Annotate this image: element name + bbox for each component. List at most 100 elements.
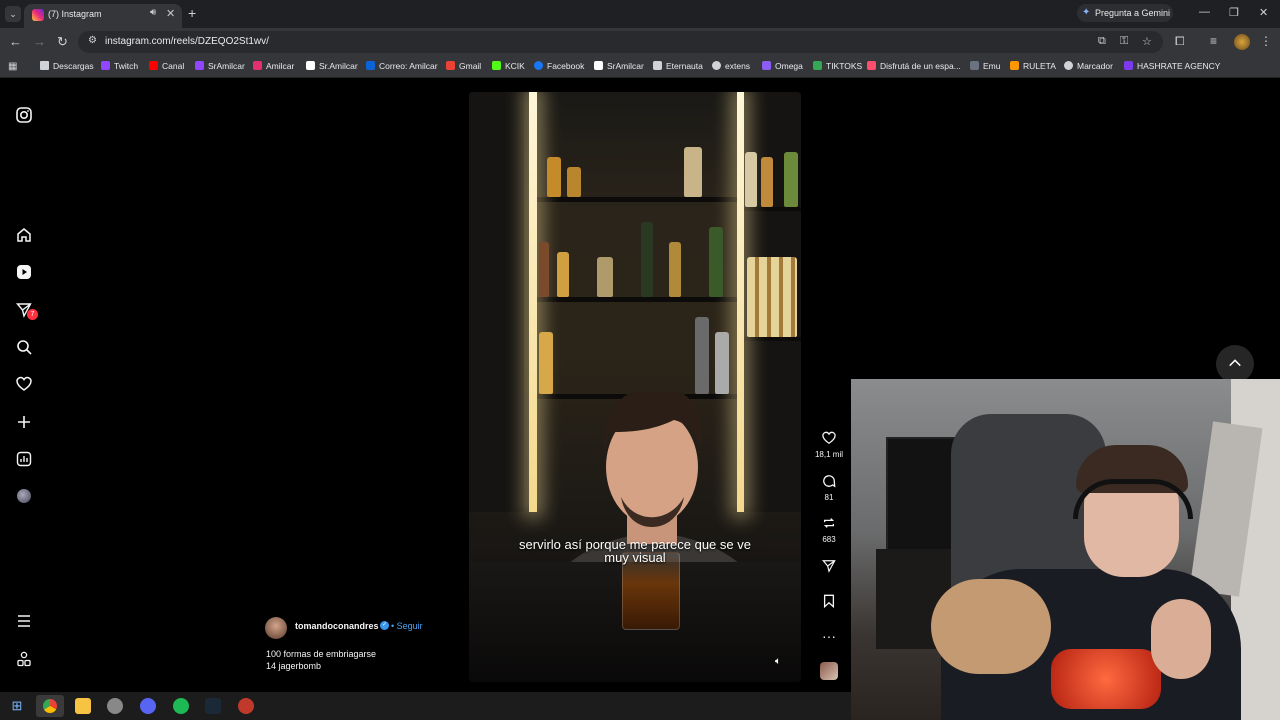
comment-button[interactable]: 81 [814, 474, 844, 502]
profile-avatar-nav[interactable] [17, 489, 31, 503]
gemini-sparkle-icon: ✦ [1082, 7, 1091, 18]
instagram-logo-icon[interactable] [14, 105, 34, 125]
bookmark-item[interactable]: Descargas [40, 61, 94, 71]
bookmark-item[interactable]: TIKTOKS [813, 61, 862, 71]
bookmark-item[interactable]: SrAmilcar [195, 61, 245, 71]
follow-button[interactable]: • Seguir [391, 621, 423, 631]
bookmark-label: Disfrutá de un espa... [880, 61, 961, 71]
bookmark-item[interactable]: Sr.Amilcar [306, 61, 358, 71]
reload-icon[interactable]: ↻ [57, 34, 68, 50]
file-explorer-icon[interactable] [75, 698, 91, 714]
speaker-icon[interactable]: 🔊︎ [150, 7, 156, 18]
notifications-badge: 7 [27, 309, 38, 320]
steam-icon[interactable] [205, 698, 221, 714]
tab-title: (7) Instagram [48, 9, 102, 19]
create-plus-icon[interactable] [14, 412, 34, 432]
tab-search-icon[interactable]: ⌄ [5, 6, 21, 22]
bottle [784, 152, 798, 207]
bookmark-item[interactable]: Correo: Amilcar [366, 61, 438, 71]
restore-icon[interactable]: ❐ [1229, 6, 1239, 19]
tab-instagram[interactable]: (7) Instagram 🔊︎ ✕ [24, 4, 182, 28]
verified-icon: ✓ [380, 621, 389, 630]
shelf-board [744, 337, 801, 341]
audio-thumbnail[interactable] [820, 662, 838, 680]
shelf-board [537, 197, 737, 202]
reel-video[interactable]: servirlo así porque me parece que se ve … [469, 92, 801, 682]
twitch-icon [195, 61, 204, 70]
discord-icon[interactable] [140, 698, 156, 714]
close-window-icon[interactable]: ✕ [1259, 6, 1268, 19]
bookmark-item[interactable]: extens [712, 61, 750, 71]
apps-grid-icon[interactable]: ▦ [8, 61, 17, 72]
gemini-button[interactable]: ✦ Pregunta a Gemini [1077, 4, 1173, 22]
dashboard-icon[interactable] [14, 449, 34, 469]
owner-avatar[interactable] [265, 617, 287, 639]
forward-icon[interactable]: → [33, 34, 46, 49]
home-icon[interactable] [14, 225, 34, 245]
bookmark-label: Marcador [1077, 61, 1113, 71]
also-from-meta-icon[interactable] [14, 649, 34, 669]
reels-icon[interactable] [14, 262, 34, 282]
bookmark-item[interactable]: Twitch [101, 61, 138, 71]
roulette-icon [1010, 61, 1019, 70]
site-info-icon[interactable]: ⚙ [88, 35, 97, 46]
bookmark-item[interactable]: Eternauta [653, 61, 703, 71]
microphone [1051, 649, 1161, 709]
address-bar[interactable]: ⚙ instagram.com/reels/DZEQO2St1wv/ ⧉ ⚿ ☆ [78, 31, 1163, 53]
bookmark-star-icon[interactable]: ☆ [1142, 35, 1152, 48]
heart-icon[interactable] [14, 374, 34, 394]
profile-avatar[interactable] [1234, 34, 1250, 50]
taskbar-chrome[interactable] [36, 695, 64, 717]
close-tab-icon[interactable]: ✕ [166, 7, 175, 20]
gmail-icon [446, 61, 455, 70]
bookmark-item[interactable]: RULETA [1010, 61, 1056, 71]
extensions-icon[interactable]: ⧠ [1175, 34, 1185, 49]
back-icon[interactable]: ← [9, 34, 22, 49]
follow-label: Seguir [396, 621, 423, 631]
bookmark-item[interactable]: Emu [970, 61, 1000, 71]
like-button[interactable]: 18,1 mil [814, 431, 844, 459]
plush-capybara [931, 579, 1051, 674]
password-key-icon[interactable]: ⚿ [1120, 35, 1128, 48]
side-navigation: 7 [0, 78, 48, 692]
more-menu-icon[interactable] [14, 611, 34, 631]
bookmark-item[interactable]: Omega [762, 61, 803, 71]
bookmark-item[interactable]: HASHRATE AGENCY [1124, 61, 1220, 71]
bookmarks-bar: ▦ Descargas Twitch Canal SrAmilcar Amilc… [0, 56, 1280, 78]
twitch-icon [101, 61, 110, 70]
comment-icon [814, 474, 844, 491]
windows-taskbar: ⊞ [0, 692, 851, 720]
extension-icon [712, 61, 721, 70]
obs-icon[interactable] [238, 698, 254, 714]
more-dots-icon: ··· [822, 628, 836, 644]
settings-app-icon[interactable] [107, 698, 123, 714]
bookmark-item[interactable]: Gmail [446, 61, 481, 71]
new-tab-icon[interactable]: + [188, 5, 196, 21]
bookmark-item[interactable]: Amilcar [253, 61, 294, 71]
bookmark-item[interactable]: Facebook [534, 61, 584, 71]
scroll-up-button[interactable] [1216, 345, 1254, 383]
chrome-icon [43, 699, 57, 713]
outlook-icon [366, 61, 375, 70]
owner-username[interactable]: tomandoconandres [295, 621, 379, 631]
save-button[interactable] [814, 594, 844, 611]
bookmark-label: Omega [775, 61, 803, 71]
bookmark-item[interactable]: Canal [149, 61, 184, 71]
repost-button[interactable]: 683 [814, 516, 844, 544]
bookmark-item[interactable]: Marcador [1064, 61, 1113, 71]
minimize-icon[interactable]: — [1199, 6, 1210, 18]
media-control-icon[interactable]: ≡ [1210, 34, 1217, 48]
bookmark-item[interactable]: SrAmilcar [594, 61, 644, 71]
bookmark-label: Facebook [547, 61, 585, 71]
bookmark-item[interactable]: Disfrutá de un espa... [867, 61, 961, 71]
menu-icon[interactable]: ⋮ [1260, 34, 1272, 48]
volume-icon[interactable]: 🔈︎ [775, 656, 781, 667]
more-options-button[interactable]: ··· [814, 628, 844, 644]
cast-icon[interactable]: ⧉ [1098, 35, 1106, 48]
bookmark-label: Sr.Amilcar [319, 61, 358, 71]
spotify-icon[interactable] [173, 698, 189, 714]
search-icon[interactable] [14, 337, 34, 357]
share-button[interactable] [814, 559, 844, 576]
bookmark-item[interactable]: KCIK [492, 61, 525, 71]
windows-start-icon[interactable]: ⊞ [9, 698, 25, 714]
